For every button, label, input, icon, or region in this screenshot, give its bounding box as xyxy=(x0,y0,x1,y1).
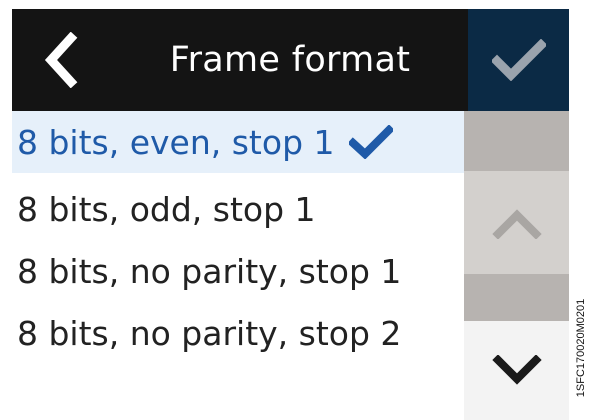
option-list: 8 bits, even, stop 1 8 bits, odd, stop 1… xyxy=(12,111,464,420)
chevron-down-icon xyxy=(491,354,542,385)
figure-code-label: 1SFC170020M0201 xyxy=(575,298,588,398)
back-button[interactable] xyxy=(30,29,92,91)
option-label: 8 bits, no parity, stop 2 xyxy=(17,313,402,353)
page-title: Frame format xyxy=(169,40,411,80)
scroll-down-button[interactable] xyxy=(464,321,569,420)
scroll-track-middle xyxy=(464,274,569,321)
scroll-up-button[interactable] xyxy=(464,171,569,274)
header-bar: Frame format xyxy=(12,9,468,111)
option-item-8-bits-odd-stop-1[interactable]: 8 bits, odd, stop 1 xyxy=(12,178,464,240)
option-label: 8 bits, even, stop 1 xyxy=(17,122,335,162)
option-item-8-bits-even-stop-1[interactable]: 8 bits, even, stop 1 xyxy=(12,111,464,173)
confirm-button[interactable] xyxy=(468,9,569,111)
check-icon xyxy=(491,39,546,81)
option-label: 8 bits, odd, stop 1 xyxy=(17,189,316,229)
selected-check-icon xyxy=(348,125,393,159)
option-label: 8 bits, no parity, stop 1 xyxy=(17,251,402,291)
figure-code: 1SFC170020M0201 xyxy=(573,0,590,420)
option-item-8-bits-no-parity-stop-1[interactable]: 8 bits, no parity, stop 1 xyxy=(12,240,464,302)
chevron-left-icon xyxy=(44,32,78,88)
option-item-8-bits-no-parity-stop-2[interactable]: 8 bits, no parity, stop 2 xyxy=(12,302,464,364)
scrollbar[interactable] xyxy=(464,111,569,420)
device-screen: Frame format 8 bits, even, stop 1 8 bits… xyxy=(12,9,569,420)
chevron-up-icon xyxy=(491,208,542,239)
scroll-track-top xyxy=(464,111,569,171)
